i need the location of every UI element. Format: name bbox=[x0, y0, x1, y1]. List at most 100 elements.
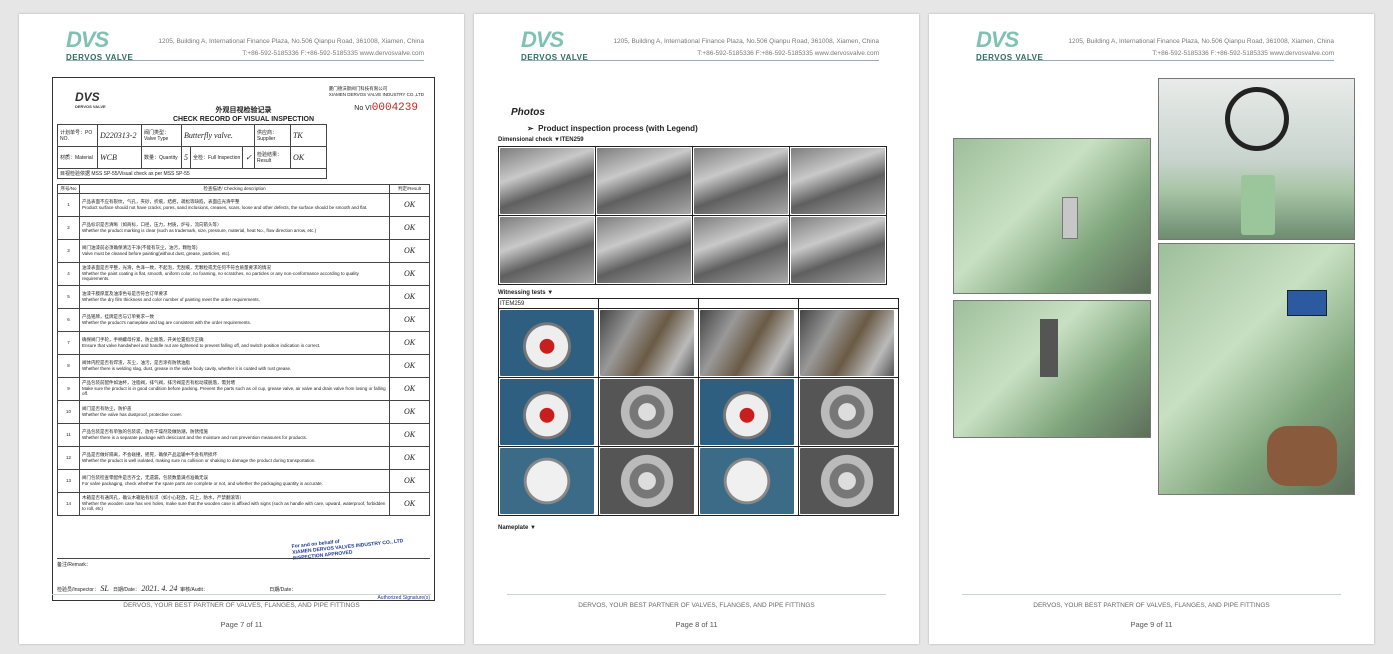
photo-cell bbox=[498, 377, 599, 447]
header-address: 1205, Building A, International Finance … bbox=[1068, 38, 1334, 57]
caliper-photo bbox=[791, 148, 885, 214]
item-description: 阀门包装检查零配件是否齐全，无遗漏，包装数量满点准确无误 For valve pa… bbox=[79, 468, 390, 493]
checklist-row: 12 产品是否做好隔离，不会碰撞，摇晃，确保产品运输中不会有所损坏 Whether … bbox=[57, 445, 430, 470]
checklist-row: 9 产品包装前配件如油杯，注脂阀，排气阀，排污阀是否有松动或脱落，需封堵 Make … bbox=[57, 376, 430, 401]
footer-slogan: DERVOS, YOUR BEST PARTNER OF VALVES, FLA… bbox=[578, 602, 815, 609]
photo-cell bbox=[598, 446, 699, 516]
photo-cell bbox=[598, 308, 699, 378]
valve-bore-photo bbox=[600, 379, 694, 445]
checklist-row: 8 阀体内腔是否有焊渣，灰尘，油污，是否涂有防锈油脂 Whether there i… bbox=[57, 353, 430, 378]
checklist-row: 5 油漆干膜厚度及油漆色号是否符合订单要求 Whether the dry film… bbox=[57, 284, 430, 309]
form-logo: DVS bbox=[75, 90, 100, 104]
company-logo: DVS DERVOS VALVE bbox=[521, 27, 589, 63]
item-result: OK bbox=[389, 353, 430, 378]
item-number: 7 bbox=[57, 330, 80, 355]
footer-slogan: DERVOS, YOUR BEST PARTNER OF VALVES, FLA… bbox=[123, 602, 360, 609]
item-number: 14 bbox=[57, 491, 80, 516]
company-logo: DVS DERVOS VALVE bbox=[66, 27, 134, 63]
form-company: 厦门德沃斯阀门科技有限公司 XIAMEN DERVOS VALVE INDUST… bbox=[328, 86, 424, 97]
photos-subtitle: ➢ Product inspection process (with Legen… bbox=[527, 124, 698, 133]
item-result: OK bbox=[389, 422, 430, 447]
item-result: OK bbox=[389, 330, 430, 355]
valve-bore-photo bbox=[800, 379, 894, 445]
hand bbox=[1267, 426, 1337, 486]
item-number: 10 bbox=[57, 399, 80, 424]
item-number: 11 bbox=[57, 422, 80, 447]
photo-cell bbox=[598, 377, 699, 447]
pressure-gauge-photo bbox=[500, 448, 594, 514]
item-description: 阀门是否有防尘，防护盖 Whether the valve has dustpro… bbox=[79, 399, 390, 424]
item-result: OK bbox=[389, 376, 430, 401]
caliper-photo bbox=[597, 148, 691, 214]
test-rig-photo bbox=[800, 310, 894, 376]
item-result: OK bbox=[389, 284, 430, 309]
item-result: OK bbox=[389, 215, 430, 240]
item-number: 4 bbox=[57, 261, 80, 286]
item-description: 确保阀门手轮，手柄螺母拧紧，防止脱落，开关位置指示正确 Ensure that v… bbox=[79, 330, 390, 355]
item-description: 产品是否做好隔离，不会碰撞，摇晃，确保产品运输中不会有所损坏 Whether th… bbox=[79, 445, 390, 470]
photo-cell bbox=[698, 308, 799, 378]
handwheel bbox=[1225, 87, 1289, 151]
test-rig-photo bbox=[600, 310, 694, 376]
item-description: 产品铭牌，挂牌是否与订单要求一致 Whether the product's na… bbox=[79, 307, 390, 332]
item-result: OK bbox=[389, 307, 430, 332]
item-number: 9 bbox=[57, 376, 80, 401]
checklist-table: 序号/No 检查描述/ Checking description 判定/Resu… bbox=[57, 184, 430, 516]
thickness-check-photo bbox=[953, 300, 1151, 438]
photo-cell bbox=[798, 446, 899, 516]
photo-cell bbox=[789, 215, 887, 285]
page-number: Page 7 of 11 bbox=[220, 620, 263, 629]
caliper-photo bbox=[694, 148, 788, 214]
checklist-row: 7 确保阀门手轮，手柄螺母拧紧，防止脱落，开关位置指示正确 Ensure that … bbox=[57, 330, 430, 355]
photo-cell bbox=[498, 446, 599, 516]
gauge-meter bbox=[1287, 290, 1327, 316]
checklist-row: 1 产品表面不应有裂纹，气孔，夹砂，折痕，结疤，疏松等缺陷，表面应光滑平整 Prod… bbox=[57, 192, 430, 217]
photo-cell bbox=[698, 446, 799, 516]
item-description: 阀体内腔是否有焊渣，灰尘，油污，是否涂有防锈油脂 Whether there is… bbox=[79, 353, 390, 378]
item-number: 8 bbox=[57, 353, 80, 378]
item-result: OK bbox=[389, 238, 430, 263]
pressure-gauge-photo bbox=[700, 448, 794, 514]
item-description: 木箱是否有通风孔，确认木箱贴有标识（如小心轻放，向上，防水，严禁翻滚等） Whet… bbox=[79, 491, 390, 516]
photo-cell bbox=[789, 146, 887, 216]
item-description: 产品包装前配件如油杯，注脂阀，排气阀，排污阀是否有松动或脱落，需封堵 Make s… bbox=[79, 376, 390, 401]
page-number: Page 9 of 11 bbox=[1130, 620, 1173, 629]
checklist-row: 3 阀门油漆前必须确保清洁干净(不能有灰尘，油污，颗粒等) Valve must b… bbox=[57, 238, 430, 263]
item-number: 13 bbox=[57, 468, 80, 493]
caliper-photo bbox=[791, 217, 885, 283]
valve-bore-photo bbox=[800, 448, 894, 514]
test-rig-photo bbox=[700, 310, 794, 376]
photo-cell bbox=[498, 215, 596, 285]
coating-thickness-gauge-photo bbox=[1158, 243, 1355, 495]
witnessing-photo-grid: ITEM259 bbox=[498, 298, 899, 516]
item-result: OK bbox=[389, 192, 430, 217]
photo-cell bbox=[595, 215, 693, 285]
item-number: 2 bbox=[57, 215, 80, 240]
photo-cell bbox=[595, 146, 693, 216]
caliper-photo bbox=[597, 217, 691, 283]
form-title: 外观目视检验记录 CHECK RECORD OF VISUAL INSPECTI… bbox=[172, 107, 315, 123]
item-description: 油漆表面是否平整，光滑，色泽一致，不起泡，无刮痕，无颗粒或无任何不符合质量要求的… bbox=[79, 261, 390, 286]
checklist-row: 11 产品包装是否有单独的包装袋，放有干燥剂及做防潮，防锈措施 Whether th… bbox=[57, 422, 430, 447]
page-7: DVS DERVOS VALVE 1205, Building A, Inter… bbox=[19, 14, 464, 644]
item-description: 产品表面不应有裂纹，气孔，夹砂，折痕，结疤，疏松等缺陷，表面应光滑平整 Produ… bbox=[79, 192, 390, 217]
checklist-row: 4 油漆表面是否平整，光滑，色泽一致，不起泡，无刮痕，无颗粒或无任何不符合质量要求… bbox=[57, 261, 430, 286]
caliper-photo bbox=[500, 217, 594, 283]
item-number: 6 bbox=[57, 307, 80, 332]
company-logo: DVS DERVOS VALVE bbox=[976, 27, 1044, 63]
item-number: 12 bbox=[57, 445, 80, 470]
photo-cell bbox=[798, 308, 899, 378]
valve-bore-photo bbox=[600, 448, 694, 514]
checklist-row: 14 木箱是否有通风孔，确认木箱贴有标识（如小心轻放，向上，防水，严禁翻滚等） Wh… bbox=[57, 491, 430, 516]
caliper-photo bbox=[694, 217, 788, 283]
photo-cell bbox=[498, 308, 599, 378]
photo-cell bbox=[698, 377, 799, 447]
caliper-photo bbox=[500, 148, 594, 214]
page-9: DVS DERVOS VALVE 1205, Building A, Inter… bbox=[929, 14, 1374, 644]
witnessing-tests-label: Witnessing tests ▼ bbox=[498, 290, 554, 296]
pressure-gauge-photo bbox=[700, 379, 794, 445]
dimensional-check-label: Dimensional check ▼ITEN259 bbox=[498, 137, 584, 143]
item-result: OK bbox=[389, 468, 430, 493]
item-result: OK bbox=[389, 399, 430, 424]
nameplate bbox=[1062, 197, 1078, 239]
